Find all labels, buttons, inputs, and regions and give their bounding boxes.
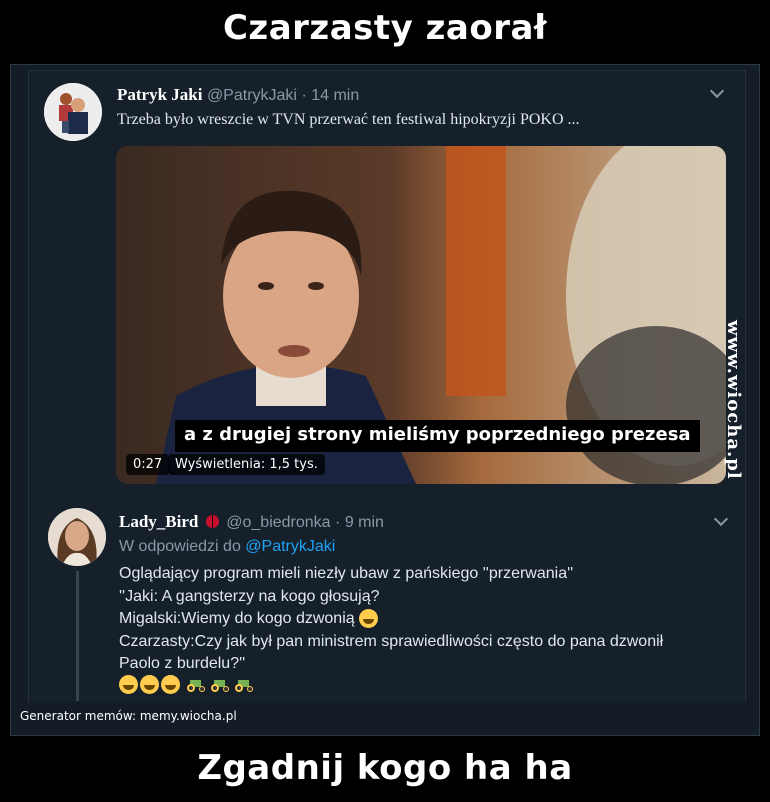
reply-time[interactable]: 9 min [345, 514, 384, 531]
avatar-photo-icon [44, 83, 102, 141]
tractor-emoji-icon [186, 678, 206, 692]
video-view-count: Wyświetlenia: 1,5 tys. [168, 454, 325, 475]
tweet-time[interactable]: 14 min [311, 87, 359, 104]
reply-text: Oglądający program mieli niezły ubaw z p… [119, 563, 729, 676]
author-handle[interactable]: @PatrykJaki [207, 87, 297, 104]
laughing-emoji-icon [161, 675, 180, 694]
reply-line: ''Jaki: A gangsterzy na kogo głosują? [119, 587, 380, 605]
video-duration: 0:27 [126, 454, 170, 475]
meme-top-caption: Czarzasty zaorał [222, 8, 548, 48]
site-watermark: www.wiocha.pl [723, 320, 744, 480]
author-handle[interactable]: @o_biedronka [226, 514, 330, 531]
reply-line: Migalski:Wiemy do kogo dzwonią [119, 608, 729, 631]
reply-to-line: W odpowiedzi do @PatrykJaki [119, 538, 335, 556]
meme-bottom-caption: Zgadnij kogo ha ha [197, 748, 573, 788]
author-display-name[interactable]: Patryk Jaki [117, 85, 202, 104]
reply-to-prefix: W odpowiedzi do [119, 538, 241, 555]
tweet-text: Trzeba było wreszcie w TVN przerwać ten … [117, 111, 580, 128]
video-subtitle: a z drugiej strony mieliśmy poprzedniego… [175, 420, 700, 452]
avatar[interactable] [44, 83, 102, 141]
reply-line: Oglądający program mieli niezły ubaw z p… [119, 565, 574, 582]
reply-author[interactable]: Lady_Bird @o_biedronka · 9 min [119, 512, 384, 532]
generator-credit: Generator memów: memy.wiocha.pl [20, 709, 237, 723]
thread-line [76, 571, 79, 701]
separator-dot: · [335, 514, 341, 531]
reply-line: Czarzasty:Czy jak był pan ministrem spra… [119, 632, 664, 650]
tractor-emoji-icon [210, 678, 230, 692]
laughing-emoji-icon [359, 609, 379, 629]
reply-line: Paolo z burdelu?'' [119, 655, 246, 672]
avatar-photo-icon [48, 508, 106, 566]
tweet-author[interactable]: Patryk Jaki @PatrykJaki · 14 min [117, 85, 359, 105]
avatar[interactable] [48, 508, 106, 566]
ladybug-icon [205, 515, 219, 528]
separator-dot: · [301, 87, 307, 104]
emoji-row [119, 675, 258, 694]
author-display-name[interactable]: Lady_Bird [119, 512, 198, 531]
laughing-emoji-icon [140, 675, 159, 694]
reply-to-link[interactable]: @PatrykJaki [245, 538, 335, 555]
tractor-emoji-icon [234, 678, 254, 692]
reply-line-text: Migalski:Wiemy do kogo dzwonią [119, 610, 355, 627]
laughing-emoji-icon [119, 675, 138, 694]
